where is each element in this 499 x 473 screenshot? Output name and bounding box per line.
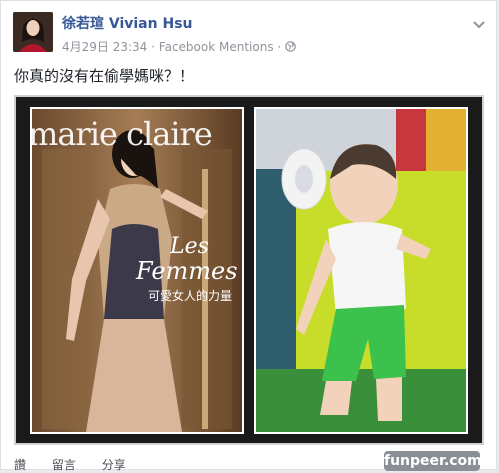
magazine-cover-image: marie claire Les Femmes 可愛女人的力量 <box>30 107 244 434</box>
globe-icon[interactable] <box>285 40 296 54</box>
avatar[interactable] <box>13 12 53 52</box>
post-date[interactable]: 4月29日 23:34 <box>62 38 147 55</box>
post-card: 徐若瑄 Vivian Hsu 4月29日 23:34 · Facebook Me… <box>0 0 497 473</box>
post-actions: 讚 留言 分享 <box>14 456 148 473</box>
baby-photo-image <box>254 107 468 434</box>
post-meta: 4月29日 23:34 · Facebook Mentions · <box>62 38 296 55</box>
magazine-headline-les: Les <box>170 234 209 259</box>
magazine-subtitle: 可愛女人的力量 <box>148 289 233 303</box>
magazine-headline-femmes: Femmes <box>136 257 238 285</box>
post-photo[interactable]: marie claire Les Femmes 可愛女人的力量 <box>14 95 484 445</box>
magazine-title: marie claire <box>30 115 213 153</box>
chevron-down-icon[interactable] <box>472 15 486 29</box>
meta-separator: · <box>151 40 155 54</box>
author-name[interactable]: 徐若瑄 Vivian Hsu <box>62 13 193 33</box>
post-text: 你真的沒有在偷學媽咪？！ <box>14 67 195 85</box>
post-source[interactable]: Facebook Mentions <box>159 40 274 54</box>
watermark: funpeer.com <box>384 451 482 471</box>
meta-separator: · <box>277 40 282 54</box>
